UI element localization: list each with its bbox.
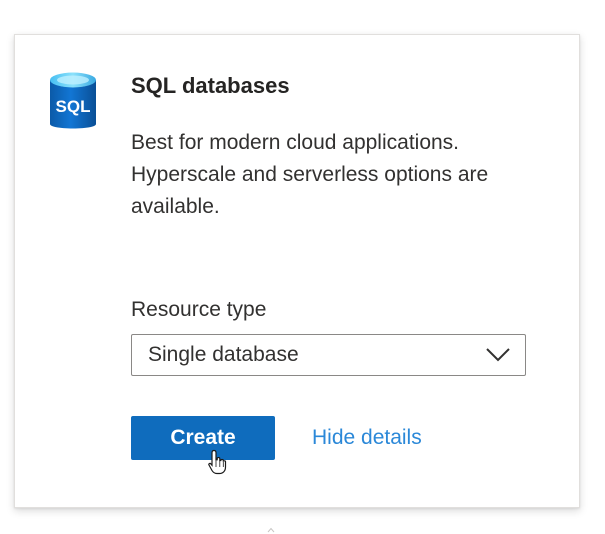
hand-pointer-cursor-icon (208, 449, 227, 475)
resource-type-dropdown[interactable]: Single database (131, 334, 526, 376)
card-description: Best for modern cloud applications. Hype… (131, 131, 489, 218)
resource-type-label: Resource type (131, 298, 267, 321)
resource-type-selected-value: Single database (148, 343, 299, 366)
sql-icon-label: SQL (56, 97, 91, 116)
sql-databases-card (14, 34, 580, 508)
caret-up-mark-icon (267, 527, 275, 533)
sql-database-icon: SQL (50, 72, 96, 129)
create-button[interactable]: Create (131, 416, 275, 460)
card-title: SQL databases (131, 73, 290, 98)
page: SQL SQL databases Best for modern cloud … (0, 0, 605, 534)
hide-details-link[interactable]: Hide details (312, 426, 422, 450)
chevron-down-icon (486, 348, 510, 362)
